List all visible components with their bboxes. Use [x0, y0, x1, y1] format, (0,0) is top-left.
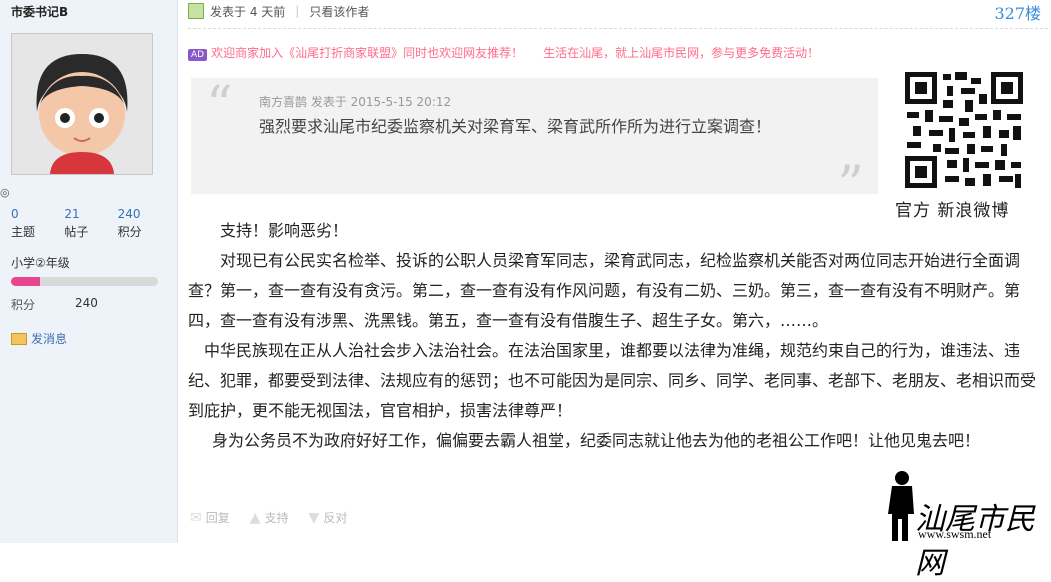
- post-paragraph: 中华民族现在正从人治社会步入法治社会。在法治国家里，谁都要以法律为准绳，规范约束…: [188, 341, 1037, 420]
- qr-code-image: [903, 70, 1025, 190]
- envelope-icon: [11, 332, 27, 345]
- post-paragraph: 支持！影响恶劣！: [220, 221, 349, 240]
- site-watermark: 汕尾市民网 www.swsm.net: [880, 464, 1050, 581]
- post-meta-bar: 发表于 4 天前 | 只看该作者: [188, 0, 1048, 22]
- stat-posts[interactable]: 21 帖子: [64, 205, 117, 241]
- reply-icon: ✉: [190, 509, 202, 526]
- support-button[interactable]: ▲ 支持: [250, 509, 289, 526]
- quote-block: “ 南方喜鹊 发表于 2015-5-15 20:12 强烈要求汕尾市纪委监察机关…: [191, 76, 878, 212]
- thumbs-down-icon: ▼: [308, 509, 320, 526]
- ad-item-2[interactable]: 生活在汕尾，就上汕尾市民网，参与更多免费活动！: [543, 44, 819, 61]
- quote-text: 强烈要求汕尾市纪委监察机关对梁育军、梁育武所作所为进行立案调查！: [259, 117, 772, 136]
- stat-topics[interactable]: 0 主题: [11, 205, 64, 241]
- watermark-url: www.swsm.net: [918, 527, 992, 541]
- open-quote-icon: “: [206, 76, 233, 136]
- online-status-icon: [188, 3, 204, 19]
- oppose-button[interactable]: ▼ 反对: [309, 509, 348, 526]
- only-author-link[interactable]: 只看该作者: [309, 3, 369, 20]
- credit-label: 积分: [11, 298, 36, 312]
- send-message-link[interactable]: 发消息: [11, 330, 67, 347]
- avatar[interactable]: [11, 33, 153, 175]
- stat-credits[interactable]: 240 积分: [118, 205, 171, 241]
- divider: |: [295, 4, 300, 18]
- level-progress-bar: [11, 277, 158, 286]
- level-progress-fill: [11, 277, 41, 286]
- author-sidebar: 市委书记B ◎ 0 主题 21 帖子 240 积分 小学②年级 积分 240 发…: [0, 0, 178, 543]
- send-message-label: 发消息: [31, 332, 68, 346]
- credit-value: 240: [75, 296, 98, 310]
- user-level[interactable]: 小学②年级: [11, 254, 70, 271]
- ad-item-1[interactable]: AD 欢迎商家加入《汕尾打折商家联盟》同时也欢迎网友推荐！: [188, 44, 523, 61]
- ad-bar: AD 欢迎商家加入《汕尾打折商家联盟》同时也欢迎网友推荐！ 生活在汕尾，就上汕尾市…: [188, 44, 819, 61]
- post-time: 发表于 4 天前: [210, 4, 286, 19]
- reply-button[interactable]: ✉ 回复: [190, 509, 230, 526]
- post-body: 支持！影响恶劣！ 对现已有公民实名检举、投诉的公职人员梁育军同志，梁育武同志，纪…: [188, 216, 1044, 456]
- author-name[interactable]: 市委书记B: [11, 3, 68, 20]
- post-paragraph: 身为公务员不为政府好好工作，偏偏要去霸人祖堂，纪委同志就让他去为他的老祖公工作吧…: [212, 431, 981, 450]
- post-paragraph: 对现已有公民实名检举、投诉的公职人员梁育军同志，梁育武同志，纪检监察机关能否对两…: [188, 251, 1021, 330]
- quote-meta: 南方喜鹊 发表于 2015-5-15 20:12: [259, 95, 452, 109]
- close-quote-icon: ”: [837, 156, 864, 216]
- ad-badge: AD: [188, 49, 208, 61]
- separator-line: [188, 28, 1048, 29]
- author-stats: 0 主题 21 帖子 240 积分: [11, 205, 171, 241]
- thumbs-up-icon: ▲: [249, 509, 261, 526]
- weibo-icon[interactable]: ◎: [0, 186, 18, 200]
- post-actions: ✉ 回复 ▲ 支持 ▼ 反对: [190, 509, 347, 526]
- floor-number[interactable]: 327楼: [994, 0, 1041, 24]
